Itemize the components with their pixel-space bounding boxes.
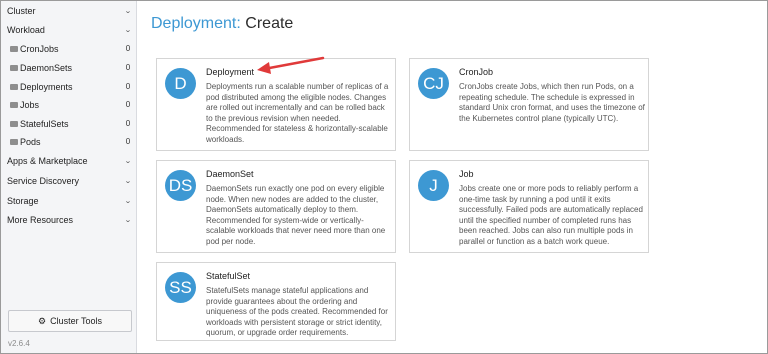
sidebar-item-count: 0 — [125, 100, 131, 109]
card-description: Deployments run a scalable number of rep… — [206, 82, 389, 144]
card-title: DaemonSet — [206, 169, 254, 179]
sidebar: Cluster ⌄ Workload ⌄ CronJobs 0 DaemonSe… — [1, 1, 137, 353]
card-daemonset[interactable]: DS DaemonSet DaemonSets run exactly one … — [156, 160, 396, 253]
deployment-badge-icon: D — [165, 68, 196, 99]
chevron-down-icon: ⌄ — [124, 7, 132, 15]
sidebar-item-count: 0 — [125, 63, 131, 72]
card-title: Deployment — [206, 67, 255, 77]
chevron-down-icon: ⌄ — [124, 216, 132, 224]
card-description: DaemonSets run exactly one pod on every … — [206, 184, 386, 246]
cluster-tools-button[interactable]: ⚙ Cluster Tools — [8, 310, 132, 332]
sidebar-item-pods[interactable]: Pods 0 — [1, 132, 137, 151]
sidebar-item-label: CronJobs — [20, 43, 59, 54]
sidebar-item-daemonsets[interactable]: DaemonSets 0 — [1, 58, 137, 77]
gear-icon: ⚙ — [38, 315, 47, 326]
card-statefulset[interactable]: SS StatefulSet StatefulSets manage state… — [156, 262, 396, 341]
cluster-tools-label: Cluster Tools — [50, 316, 102, 326]
sidebar-item-cronjobs[interactable]: CronJobs 0 — [1, 39, 137, 58]
card-title: StatefulSet — [206, 271, 251, 281]
cronjob-badge-icon: CJ — [418, 68, 449, 99]
page-title-action: Create — [245, 15, 294, 32]
sidebar-item-count: 0 — [125, 119, 131, 128]
sidebar-section-more-resources[interactable]: More Resources ⌄ — [1, 210, 137, 229]
card-cronjob[interactable]: CJ CronJob CronJobs create Jobs, which t… — [409, 58, 649, 151]
page-title: Deployment: Create — [151, 15, 293, 33]
folder-icon — [10, 101, 18, 108]
card-job[interactable]: J Job Jobs create one or more pods to re… — [409, 160, 649, 253]
sidebar-section-cluster[interactable]: Cluster ⌄ — [1, 1, 137, 20]
sidebar-item-label: StatefulSets — [20, 118, 69, 129]
folder-icon — [10, 83, 18, 90]
sidebar-item-count: 0 — [125, 137, 131, 146]
sidebar-section-service-discovery[interactable]: Service Discovery ⌄ — [1, 171, 137, 190]
annotation-arrow-icon — [257, 56, 325, 74]
sidebar-item-label: Deployments — [20, 81, 73, 92]
sidebar-item-label: Jobs — [20, 99, 40, 110]
sidebar-item-deployments[interactable]: Deployments 0 — [1, 77, 137, 96]
sidebar-item-label: DaemonSets — [20, 62, 73, 73]
card-description: CronJobs create Jobs, which then run Pod… — [459, 82, 645, 123]
card-description: Jobs create one or more pods to reliably… — [459, 184, 643, 246]
sidebar-section-label: Apps & Marketplace — [7, 155, 88, 166]
statefulset-badge-icon: SS — [165, 272, 196, 303]
sidebar-section-label: More Resources — [7, 214, 74, 225]
sidebar-section-storage[interactable]: Storage ⌄ — [1, 191, 137, 210]
sidebar-section-label: Service Discovery — [7, 175, 80, 186]
chevron-down-icon: ⌄ — [124, 197, 132, 205]
sidebar-section-apps-marketplace[interactable]: Apps & Marketplace ⌄ — [1, 151, 137, 170]
job-badge-icon: J — [418, 170, 449, 201]
version-label: v2.6.4 — [8, 339, 30, 348]
sidebar-item-label: Pods — [20, 136, 41, 147]
folder-icon — [10, 45, 18, 52]
sidebar-item-jobs[interactable]: Jobs 0 — [1, 95, 137, 114]
chevron-down-icon: ⌄ — [124, 157, 132, 165]
sidebar-item-count: 0 — [125, 82, 131, 91]
sidebar-item-count: 0 — [125, 44, 131, 53]
sidebar-section-label: Storage — [7, 195, 39, 206]
chevron-down-icon: ⌄ — [124, 177, 132, 185]
chevron-down-icon: ⌄ — [124, 26, 132, 34]
sidebar-section-workload[interactable]: Workload ⌄ — [1, 20, 137, 39]
sidebar-section-label: Cluster — [7, 5, 36, 16]
sidebar-item-statefulsets[interactable]: StatefulSets 0 — [1, 114, 137, 133]
folder-icon — [10, 64, 18, 71]
card-description: StatefulSets manage stateful application… — [206, 286, 388, 337]
folder-icon — [10, 120, 18, 127]
daemonset-badge-icon: DS — [165, 170, 196, 201]
card-title: Job — [459, 169, 474, 179]
sidebar-section-label: Workload — [7, 24, 45, 35]
page-title-resource: Deployment: — [151, 15, 241, 32]
card-title: CronJob — [459, 67, 494, 77]
folder-icon — [10, 138, 18, 145]
